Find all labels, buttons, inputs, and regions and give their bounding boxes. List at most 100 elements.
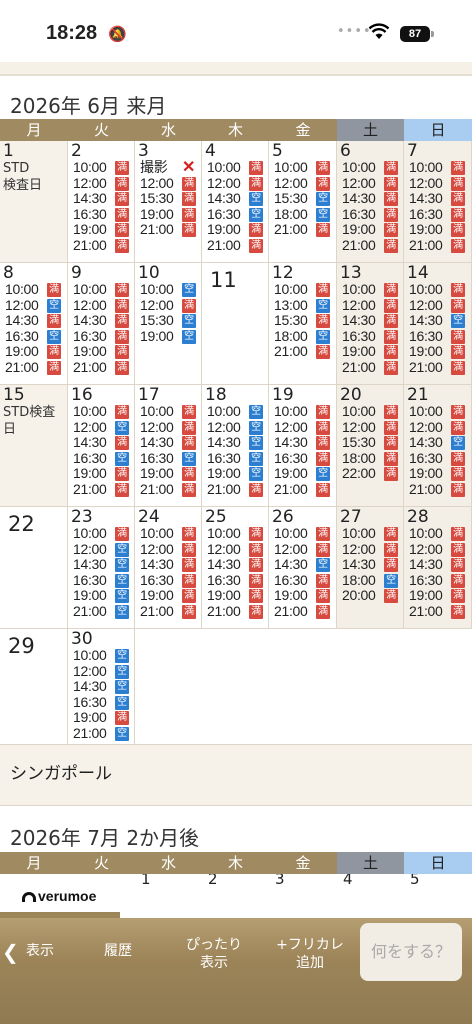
- time-slot[interactable]: 16:30 満: [274, 572, 330, 589]
- time-slot[interactable]: 19:00 満: [207, 222, 263, 238]
- time-slot[interactable]: 15:30 空: [140, 313, 196, 329]
- time-slot[interactable]: 16:30 満: [140, 572, 196, 589]
- fit-view-button[interactable]: ぴったり 表示: [172, 936, 256, 972]
- time-slot[interactable]: 12:00 満: [140, 297, 196, 314]
- time-slot[interactable]: 10:00 満: [409, 159, 465, 176]
- day-cell[interactable]: 13 10:00 満 12:00 満 14:30 満 16:30 満 19:00 満 21:00 満: [337, 263, 404, 385]
- time-slot[interactable]: 21:00 満: [5, 359, 61, 376]
- time-slot[interactable]: 15:30 空: [274, 191, 330, 207]
- time-slot[interactable]: 12:00 満: [140, 175, 196, 192]
- time-slot[interactable]: 10:00 満: [274, 403, 330, 420]
- time-slot[interactable]: 撮影 ✕: [140, 159, 196, 176]
- time-slot[interactable]: 10:00 満: [73, 403, 129, 420]
- time-slot[interactable]: 15:30 満: [342, 435, 398, 451]
- day-cell[interactable]: 19 10:00 満 12:00 満 14:30 満 16:30 満 19:00 空 21:00 満: [269, 385, 337, 507]
- time-slot[interactable]: 19:00 満: [207, 588, 263, 604]
- time-slot[interactable]: 14:30 満: [274, 435, 330, 451]
- time-slot[interactable]: 10:00 満: [5, 281, 61, 298]
- time-slot[interactable]: 21:00 満: [73, 359, 129, 376]
- time-slot[interactable]: 22:00 満: [342, 466, 398, 482]
- time-slot[interactable]: 10:00 満: [342, 403, 398, 420]
- time-slot[interactable]: 14:30 空: [409, 435, 465, 451]
- time-slot[interactable]: 21:00 満: [274, 222, 330, 238]
- time-slot[interactable]: 12:00 満: [342, 297, 398, 314]
- time-slot[interactable]: 21:00 満: [207, 603, 263, 620]
- time-slot[interactable]: 12:00 満: [274, 541, 330, 558]
- time-slot[interactable]: 21:00 空: [73, 603, 129, 620]
- time-slot[interactable]: 18:00 空: [274, 328, 330, 345]
- time-slot[interactable]: 21:00 満: [274, 481, 330, 498]
- time-slot[interactable]: 12:00 空: [73, 541, 129, 558]
- time-slot[interactable]: 14:30 空: [207, 435, 263, 451]
- time-slot[interactable]: 21:00 満: [140, 222, 196, 238]
- time-slot[interactable]: 16:30 空: [140, 450, 196, 467]
- time-slot[interactable]: 19:00 満: [409, 466, 465, 482]
- time-slot[interactable]: 21:00 空: [73, 725, 129, 742]
- day-cell[interactable]: 3 撮影 ✕ 12:00 満 15:30 満 19:00 満 21:00 満: [135, 141, 202, 263]
- day-cell[interactable]: 14 10:00 満 12:00 満 14:30 空 16:30 満 19:00 満 21:00 満: [404, 263, 472, 385]
- what-to-do-button[interactable]: 何をする？: [360, 923, 462, 981]
- time-slot[interactable]: 21:00 満: [73, 237, 129, 254]
- time-slot[interactable]: 21:00 満: [342, 359, 398, 376]
- time-slot[interactable]: 21:00 満: [207, 237, 263, 254]
- time-slot[interactable]: 20:00 満: [342, 588, 398, 604]
- time-slot[interactable]: 12:00 満: [342, 541, 398, 558]
- chevron-left-icon[interactable]: ❮: [2, 940, 19, 964]
- day-cell[interactable]: 5 10:00 満 12:00 満 15:30 空 18:00 空 21:00 満: [269, 141, 337, 263]
- time-slot[interactable]: 19:00 満: [73, 222, 129, 238]
- time-slot[interactable]: 12:00 満: [73, 175, 129, 192]
- show-button[interactable]: 表示: [20, 942, 60, 960]
- time-slot[interactable]: 16:30 満: [274, 450, 330, 467]
- time-slot[interactable]: 21:00 満: [409, 481, 465, 498]
- day-cell[interactable]: 7 10:00 満 12:00 満 14:30 満 16:30 満 19:00 満 21:00 満: [404, 141, 472, 263]
- time-slot[interactable]: 10:00 満: [140, 525, 196, 542]
- time-slot[interactable]: 10:00 満: [409, 525, 465, 542]
- time-slot[interactable]: 19:00 満: [73, 466, 129, 482]
- time-slot[interactable]: 19:00 満: [274, 588, 330, 604]
- day-cell[interactable]: 18 10:00 空 12:00 空 14:30 空 16:30 空 19:00 空 21:00 満: [202, 385, 269, 507]
- time-slot[interactable]: 12:00 満: [274, 419, 330, 436]
- time-slot[interactable]: 21:00 満: [274, 603, 330, 620]
- time-slot[interactable]: 14:30 満: [342, 557, 398, 573]
- time-slot[interactable]: 14:30 空: [409, 313, 465, 329]
- time-slot[interactable]: 10:00 満: [342, 159, 398, 176]
- time-slot[interactable]: 16:30 空: [207, 450, 263, 467]
- time-slot[interactable]: 14:30 満: [409, 557, 465, 573]
- time-slot[interactable]: 10:00 満: [274, 525, 330, 542]
- time-slot[interactable]: 21:00 満: [342, 237, 398, 254]
- time-slot[interactable]: 21:00 満: [409, 237, 465, 254]
- time-slot[interactable]: 19:00 空: [140, 328, 196, 345]
- time-slot[interactable]: 10:00 満: [342, 281, 398, 298]
- time-slot[interactable]: 19:00 満: [342, 222, 398, 238]
- day-cell[interactable]: 27 10:00 満 12:00 満 14:30 満 18:00 空 20:00 満: [337, 507, 404, 629]
- time-slot[interactable]: 12:00 満: [342, 175, 398, 192]
- day-cell[interactable]: 11: [202, 263, 269, 385]
- time-slot[interactable]: 21:00 満: [140, 603, 196, 620]
- time-slot[interactable]: 19:00 満: [409, 222, 465, 238]
- time-slot[interactable]: 19:00 満: [73, 344, 129, 360]
- time-slot[interactable]: 19:00 満: [140, 206, 196, 223]
- time-slot[interactable]: 12:00 満: [409, 297, 465, 314]
- time-slot[interactable]: 10:00 空: [140, 281, 196, 298]
- time-slot[interactable]: 19:00 満: [409, 344, 465, 360]
- time-slot[interactable]: 21:00 満: [73, 481, 129, 498]
- time-slot[interactable]: 19:00 満: [73, 710, 129, 726]
- day-cell[interactable]: 15 STD検査 日: [0, 385, 68, 507]
- time-slot[interactable]: 10:00 満: [73, 281, 129, 298]
- day-cell[interactable]: 24 10:00 満 12:00 満 14:30 満 16:30 満 19:00 満 21:00 満: [135, 507, 202, 629]
- time-slot[interactable]: 14:30 満: [342, 191, 398, 207]
- calendar-note-box[interactable]: シンガポール: [0, 744, 472, 806]
- day-cell[interactable]: 1 STD 検査日: [0, 141, 68, 263]
- time-slot[interactable]: 10:00 満: [140, 403, 196, 420]
- time-slot[interactable]: 14:30 満: [73, 313, 129, 329]
- day-cell[interactable]: 25 10:00 満 12:00 満 14:30 満 16:30 満 19:00 満 21:00 満: [202, 507, 269, 629]
- day-cell[interactable]: 22: [0, 507, 68, 629]
- time-slot[interactable]: 18:00 空: [274, 206, 330, 223]
- time-slot[interactable]: 13:00 空: [274, 297, 330, 314]
- time-slot[interactable]: 19:00 空: [73, 588, 129, 604]
- time-slot[interactable]: 12:00 空: [207, 419, 263, 436]
- time-slot[interactable]: 16:30 満: [207, 572, 263, 589]
- time-slot[interactable]: 16:30 満: [73, 328, 129, 345]
- time-slot[interactable]: 12:00 満: [274, 175, 330, 192]
- time-slot[interactable]: 14:30 満: [409, 191, 465, 207]
